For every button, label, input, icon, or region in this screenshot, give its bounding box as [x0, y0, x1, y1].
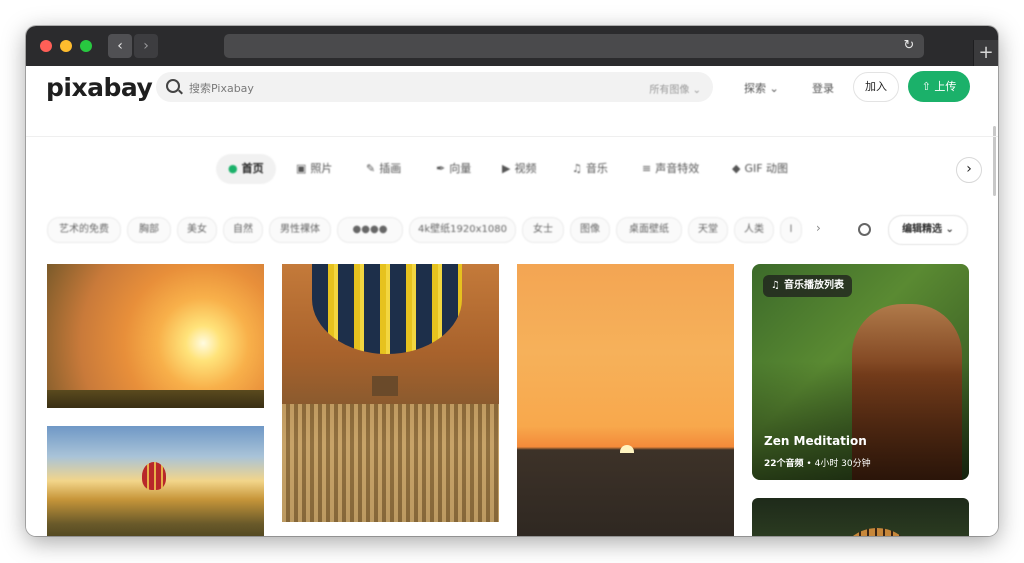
chevron-left-icon: ‹	[117, 38, 123, 54]
tab-illustrations[interactable]: ✎ 插画	[366, 154, 401, 184]
tab-label: 插画	[379, 162, 402, 175]
upload-label: 上传	[934, 80, 957, 93]
browser-titlebar: ‹ › ↻ +	[26, 26, 998, 66]
chevron-right-icon: ›	[143, 38, 149, 54]
tab-label: 向量	[449, 162, 472, 175]
sound-icon: ≡	[642, 162, 652, 175]
maximize-window-button[interactable]	[80, 40, 92, 52]
tag-chip[interactable]: 女士	[522, 217, 564, 243]
tab-label: 音乐	[585, 162, 608, 175]
tag-chip[interactable]: 4k壁纸1920x1080	[409, 217, 516, 243]
music-note-icon: ♫	[771, 280, 780, 291]
tab-label: GIF 动图	[744, 162, 789, 175]
close-window-button[interactable]	[40, 40, 52, 52]
balloon-shape	[312, 264, 462, 354]
playlist-meta: 22个音频 • 4小时 30分钟	[764, 456, 871, 469]
playlist-title: Zen Meditation	[764, 434, 867, 448]
playlist-duration: 4小时 30分钟	[814, 459, 871, 469]
page-content: pixabay 搜索Pixabay 所有图像 ⌄ 探索 ⌄ 登录 加入 ⇧ 上传…	[26, 66, 998, 536]
address-bar[interactable]: ↻	[224, 34, 924, 58]
tile-ground	[47, 390, 264, 408]
tab-music[interactable]: ♫ 音乐	[572, 154, 608, 184]
explore-label: 探索	[744, 82, 766, 95]
search-bar[interactable]: 搜索Pixabay 所有图像 ⌄	[156, 72, 713, 102]
search-icon	[166, 79, 180, 93]
tab-vectors[interactable]: ✒ 向量	[436, 154, 471, 184]
tag-chip[interactable]: 胸部	[127, 217, 171, 243]
image-tile-balloon-valley[interactable]	[47, 426, 264, 536]
chevron-down-icon: ⌄	[692, 85, 701, 96]
playlist-track-count: 22个音频	[764, 459, 804, 469]
upload-button[interactable]: ⇧ 上传	[908, 71, 970, 102]
tag-chip[interactable]: 桌面壁纸	[616, 217, 682, 243]
explore-menu[interactable]: 探索 ⌄	[744, 80, 779, 96]
tab-home[interactable]: ● 首页	[216, 154, 276, 184]
search-input[interactable]: 搜索Pixabay	[189, 80, 254, 96]
tab-label: 照片	[310, 162, 333, 175]
image-tile-desert-sunset[interactable]	[517, 264, 734, 536]
chevron-right-icon: ›	[966, 161, 972, 177]
tag-chip[interactable]: 男性裸体	[269, 217, 331, 243]
new-tab-button[interactable]: +	[973, 40, 998, 66]
tag-chip[interactable]: ●●●●	[337, 217, 403, 243]
sort-label: 编辑精选	[902, 224, 943, 235]
chevron-right-icon[interactable]: ›	[816, 221, 821, 235]
tab-label: 视频	[514, 162, 537, 175]
pencil-icon: ✎	[366, 162, 376, 175]
tag-chip[interactable]: 艺术的免费	[47, 217, 121, 243]
gear-icon[interactable]	[858, 223, 871, 236]
pixabay-logo[interactable]: pixabay	[46, 73, 153, 102]
chevron-down-icon: ⌄	[769, 82, 779, 95]
tag-chip[interactable]: 图像	[570, 217, 610, 243]
category-next-button[interactable]: ›	[956, 157, 982, 183]
tab-sound-effects[interactable]: ≡ 声音特效	[642, 154, 699, 184]
tab-videos[interactable]: ▶ 视频	[502, 154, 536, 184]
video-icon: ▶	[502, 162, 511, 175]
tag-chip[interactable]: 美女	[177, 217, 217, 243]
tab-label: 声音特效	[655, 162, 700, 175]
playlist-badge: ♫ 音乐播放列表	[763, 275, 852, 297]
tab-gif[interactable]: ◆ GIF 动图	[732, 154, 788, 184]
reload-icon[interactable]: ↻	[900, 37, 918, 55]
search-filter-label: 所有图像	[649, 85, 690, 96]
tiger-shape	[837, 528, 917, 536]
tab-label: 首页	[241, 162, 264, 175]
tag-chip[interactable]: 人类	[734, 217, 774, 243]
tag-chip[interactable]: ⅼ	[780, 217, 802, 243]
image-tile-hot-air-balloon-field[interactable]	[282, 264, 499, 522]
join-button[interactable]: 加入	[853, 72, 899, 102]
basket-shape	[372, 376, 398, 396]
music-icon: ♫	[572, 162, 582, 175]
home-icon: ●	[228, 162, 238, 175]
tag-chip[interactable]: 天堂	[688, 217, 728, 243]
site-header: pixabay 搜索Pixabay 所有图像 ⌄ 探索 ⌄ 登录 加入 ⇧ 上传	[26, 66, 998, 118]
pen-icon: ✒	[436, 162, 446, 175]
search-filter-dropdown[interactable]: 所有图像 ⌄	[649, 81, 701, 96]
image-tile-dancer-sunset[interactable]	[47, 264, 264, 408]
forward-button[interactable]: ›	[134, 34, 158, 58]
balloon-shape	[142, 462, 166, 490]
sort-dropdown[interactable]: 编辑精选 ⌄	[888, 215, 968, 245]
back-button[interactable]: ‹	[108, 34, 132, 58]
camera-icon: ▣	[296, 162, 307, 175]
sun-shape	[620, 445, 634, 453]
browser-window: ‹ › ↻ + pixabay 搜索Pixabay 所有图像 ⌄ 探索 ⌄ 登录…	[26, 26, 998, 536]
music-playlist-tile[interactable]: ♫ 音乐播放列表 Zen Meditation 22个音频 • 4小时 30分钟	[752, 264, 969, 480]
meta-separator: •	[806, 459, 812, 469]
minimize-window-button[interactable]	[60, 40, 72, 52]
login-link[interactable]: 登录	[812, 80, 834, 96]
header-divider	[26, 136, 998, 137]
wheat-field	[282, 404, 499, 522]
playlist-badge-label: 音乐播放列表	[783, 280, 844, 291]
image-tile-tiger[interactable]	[752, 498, 969, 536]
upload-icon: ⇧	[921, 80, 931, 93]
gif-icon: ◆	[732, 162, 741, 175]
chevron-down-icon: ⌄	[945, 224, 954, 235]
tab-photos[interactable]: ▣ 照片	[296, 154, 332, 184]
tag-chip[interactable]: 自然	[223, 217, 263, 243]
